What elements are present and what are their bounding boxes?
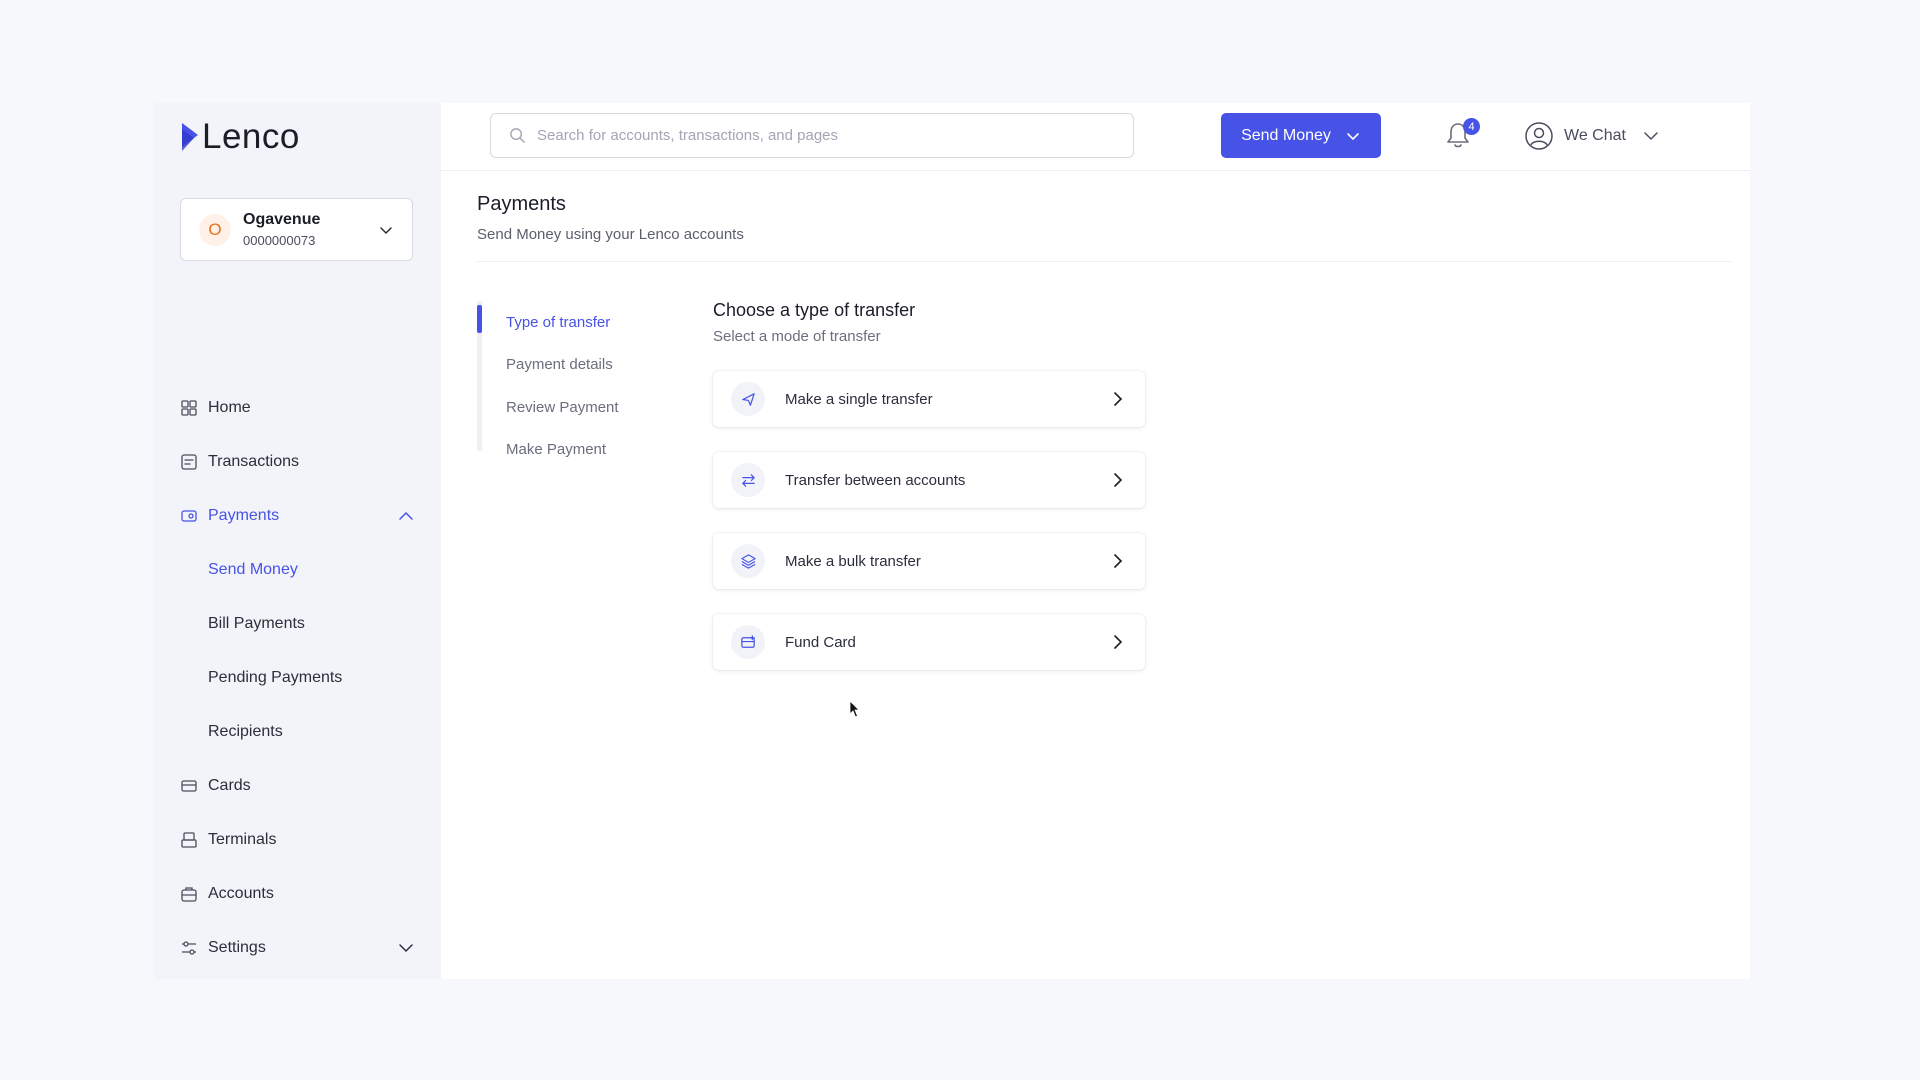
user-name: We Chat xyxy=(1564,127,1626,144)
card-fund-icon xyxy=(731,625,765,659)
logo-mark-icon xyxy=(182,123,198,151)
option-single-transfer[interactable]: Make a single transfer xyxy=(713,371,1145,427)
sidebar-subitem-recipients[interactable]: Recipients xyxy=(180,705,415,759)
step-type-of-transfer[interactable]: Type of transfer xyxy=(477,301,637,344)
sidebar-subitem-label: Recipients xyxy=(208,723,283,740)
sidebar-item-label: Accounts xyxy=(208,885,274,902)
user-avatar-icon xyxy=(1525,122,1553,150)
chevron-down-icon xyxy=(1644,132,1658,141)
home-grid-icon xyxy=(181,400,197,416)
account-avatar: O xyxy=(199,213,231,246)
sidebar-subitem-bill-payments[interactable]: Bill Payments xyxy=(180,597,415,651)
account-name: Ogavenue xyxy=(243,211,321,228)
sidebar-nav: Home Transactions Payments Send Money Bi… xyxy=(180,381,415,975)
card-icon xyxy=(181,780,197,792)
sidebar-item-payments[interactable]: Payments xyxy=(180,489,415,543)
sidebar-item-transactions[interactable]: Transactions xyxy=(180,435,415,489)
page-title: Payments xyxy=(477,193,566,215)
sidebar-item-label: Terminals xyxy=(208,831,277,848)
sidebar-item-label: Home xyxy=(208,399,251,416)
search-input[interactable] xyxy=(537,127,1115,144)
mouse-cursor-icon xyxy=(849,700,860,718)
page-header: Payments Send Money using your Lenco acc… xyxy=(477,193,1731,262)
account-switcher[interactable]: O Ogavenue 0000000073 xyxy=(180,198,413,261)
brand-name: Lenco xyxy=(202,117,300,156)
section-title: Choose a type of transfer xyxy=(713,300,916,320)
sidebar-subitem-label: Send Money xyxy=(208,561,298,578)
chevron-down-icon xyxy=(1347,132,1359,140)
option-fund-card[interactable]: Fund Card xyxy=(713,614,1145,670)
brand-logo[interactable]: Lenco xyxy=(180,117,300,157)
option-label: Fund Card xyxy=(785,633,856,651)
option-bulk-transfer[interactable]: Make a bulk transfer xyxy=(713,533,1145,589)
transactions-icon xyxy=(181,454,197,470)
chevron-right-icon xyxy=(1114,473,1123,487)
sliders-icon xyxy=(182,941,196,955)
chevron-down-icon xyxy=(380,226,392,234)
sidebar-item-label: Transactions xyxy=(208,453,299,470)
sidebar-subitem-label: Bill Payments xyxy=(208,615,305,632)
briefcase-icon xyxy=(181,887,197,902)
layers-icon xyxy=(731,544,765,578)
chevron-down-icon xyxy=(399,944,413,953)
sidebar-item-terminals[interactable]: Terminals xyxy=(180,813,415,867)
sidebar-subitem-send-money[interactable]: Send Money xyxy=(180,543,415,597)
notifications-button[interactable]: 4 xyxy=(1444,118,1480,152)
main-content: Send Money 4 We Chat xyxy=(441,103,1750,979)
step-payment-details[interactable]: Payment details xyxy=(482,344,637,387)
sidebar-subitem-pending-payments[interactable]: Pending Payments xyxy=(180,651,415,705)
section-subtitle: Select a mode of transfer xyxy=(713,328,881,345)
page-subtitle: Send Money using your Lenco accounts xyxy=(477,226,744,243)
sidebar-subitem-label: Pending Payments xyxy=(208,669,343,686)
option-transfer-between-accounts[interactable]: Transfer between accounts xyxy=(713,452,1145,508)
chevron-up-icon xyxy=(399,511,413,520)
sidebar-item-label: Payments xyxy=(208,507,280,524)
app-window: Lenco O Ogavenue 0000000073 Home Transac… xyxy=(154,103,1750,979)
send-money-label: Send Money xyxy=(1241,126,1331,144)
swap-arrows-icon xyxy=(731,463,765,497)
chevron-right-icon xyxy=(1114,554,1123,568)
terminal-icon xyxy=(181,832,197,848)
notification-count-badge: 4 xyxy=(1463,118,1480,135)
option-label: Transfer between accounts xyxy=(785,471,966,489)
step-make-payment[interactable]: Make Payment xyxy=(482,429,637,472)
sidebar-item-home[interactable]: Home xyxy=(180,381,415,435)
transfer-stepper: Type of transfer Payment details Review … xyxy=(477,301,637,458)
step-review-payment[interactable]: Review Payment xyxy=(482,386,637,429)
send-money-button[interactable]: Send Money xyxy=(1221,113,1381,158)
transfer-type-section: Choose a type of transfer Select a mode … xyxy=(713,300,1145,695)
account-number: 0000000073 xyxy=(243,233,316,248)
search-bar[interactable] xyxy=(490,113,1134,158)
chevron-right-icon xyxy=(1114,635,1123,649)
user-menu[interactable]: We Chat xyxy=(1524,119,1660,153)
topbar: Send Money 4 We Chat xyxy=(441,103,1750,171)
send-icon xyxy=(731,382,765,416)
sidebar: Lenco O Ogavenue 0000000073 Home Transac… xyxy=(154,103,441,979)
sidebar-item-cards[interactable]: Cards xyxy=(180,759,415,813)
sidebar-item-label: Cards xyxy=(208,777,251,794)
option-label: Make a single transfer xyxy=(785,390,933,408)
payments-icon xyxy=(181,510,197,522)
sidebar-item-accounts[interactable]: Accounts xyxy=(180,867,415,921)
sidebar-item-settings[interactable]: Settings xyxy=(180,921,415,975)
chevron-right-icon xyxy=(1114,392,1123,406)
search-icon xyxy=(510,128,525,143)
sidebar-item-label: Settings xyxy=(208,939,266,956)
account-info: Ogavenue 0000000073 xyxy=(243,211,378,248)
transfer-option-list: Make a single transfer Transfer between … xyxy=(713,371,1145,670)
option-label: Make a bulk transfer xyxy=(785,552,921,570)
